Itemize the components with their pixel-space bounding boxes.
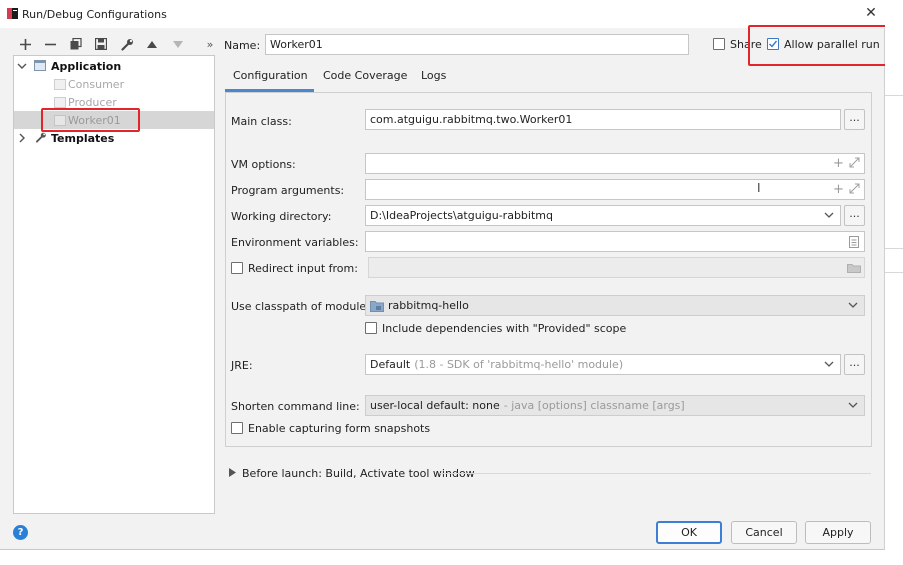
ok-button[interactable]: OK (656, 521, 722, 544)
run-debug-dialog: Run/Debug Configurations ✕ » Name: Worke… (0, 0, 887, 550)
environment-variables-input[interactable] (365, 231, 865, 252)
working-directory-label: Working directory: (231, 210, 332, 223)
intellij-app-icon (7, 8, 18, 19)
vm-options-label: VM options: (231, 158, 296, 171)
tree-node-consumer[interactable]: Consumer (14, 75, 214, 93)
chevron-down-icon[interactable] (824, 359, 834, 369)
capture-snapshots-label: Enable capturing form snapshots (248, 422, 431, 435)
copy-icon[interactable] (67, 36, 85, 52)
highlight-box-worker01 (41, 108, 140, 132)
expand-chevron-icon[interactable]: » (201, 36, 219, 52)
remove-icon[interactable] (41, 36, 59, 52)
cancel-button[interactable]: Cancel (731, 521, 797, 544)
add-icon[interactable] (16, 36, 34, 52)
collapsed-arrow-icon[interactable] (17, 133, 27, 143)
class-config-icon (54, 79, 66, 90)
edge-line (885, 272, 903, 273)
module-folder-icon (370, 300, 384, 312)
tree-label-consumer: Consumer (68, 77, 125, 91)
program-arguments-add-icon[interactable]: + (833, 182, 844, 197)
before-launch-expand-icon[interactable] (229, 468, 236, 477)
program-arguments-input[interactable] (365, 179, 865, 200)
chevron-down-icon[interactable] (848, 400, 858, 410)
window-title: Run/Debug Configurations (22, 8, 167, 21)
shorten-command-combo[interactable]: user-local default: none - java [options… (365, 395, 865, 416)
redirect-input-checkbox[interactable] (231, 262, 243, 274)
main-class-browse-button[interactable]: ... (844, 109, 865, 130)
apply-button[interactable]: Apply (805, 521, 871, 544)
help-icon[interactable]: ? (13, 525, 28, 540)
vm-options-input[interactable] (365, 153, 865, 174)
highlight-box-parallel (748, 25, 887, 66)
chevron-down-icon[interactable] (848, 300, 858, 310)
redirect-input-field (368, 257, 865, 278)
close-icon[interactable]: ✕ (864, 6, 878, 20)
application-icon (34, 60, 46, 71)
chevron-down-icon[interactable] (824, 210, 834, 220)
jre-value: Default (370, 358, 411, 371)
jre-label: JRE: (231, 359, 253, 372)
class-config-icon (54, 97, 66, 108)
main-class-label: Main class: (231, 115, 292, 128)
title-bar: Run/Debug Configurations ✕ (0, 0, 885, 28)
move-down-icon[interactable] (169, 36, 187, 52)
jre-hint: (1.8 - SDK of 'rabbitmq-hello' module) (414, 358, 624, 371)
tab-code-coverage[interactable]: Code Coverage (323, 69, 407, 82)
tree-label-producer: Producer (68, 95, 117, 109)
edge-line (885, 95, 903, 96)
include-dependencies-checkbox[interactable] (365, 322, 377, 334)
vm-options-expand-icon[interactable] (849, 157, 860, 168)
working-directory-combo[interactable]: D:\IdeaProjects\atguigu-rabbitmq (365, 205, 841, 226)
tree-label-templates: Templates (51, 131, 115, 145)
edge-line (885, 248, 903, 249)
jre-browse-button[interactable]: ... (844, 354, 865, 375)
tree-node-application[interactable]: Application (14, 57, 214, 75)
classpath-module-value: rabbitmq-hello (388, 299, 469, 312)
tree-label-application: Application (51, 59, 122, 73)
move-up-icon[interactable] (143, 36, 161, 52)
shorten-command-value: user-local default: none (370, 399, 500, 412)
folder-icon (847, 264, 861, 273)
save-icon[interactable] (92, 36, 110, 52)
environment-variables-label: Environment variables: (231, 236, 359, 249)
name-input[interactable]: Worker01 (265, 34, 689, 55)
classpath-module-label: Use classpath of module: (231, 300, 370, 313)
expand-arrow-icon[interactable] (17, 61, 27, 71)
environment-variables-edit-icon[interactable] (849, 236, 859, 248)
classpath-module-combo[interactable]: rabbitmq-hello (365, 295, 865, 316)
wrench-icon (35, 132, 46, 143)
shorten-command-hint: - java [options] classname [args] (503, 399, 685, 412)
program-arguments-expand-icon[interactable] (849, 183, 860, 194)
shorten-command-label: Shorten command line: (231, 400, 360, 413)
vm-options-add-icon[interactable]: + (833, 156, 844, 171)
working-directory-browse-button[interactable]: ... (844, 205, 865, 226)
main-class-input[interactable]: com.atguigu.rabbitmq.two.Worker01 (365, 109, 841, 130)
include-dependencies-label: Include dependencies with "Provided" sco… (382, 322, 627, 335)
redirect-input-label: Redirect input from: (248, 262, 358, 275)
text-cursor-icon: I (757, 181, 761, 195)
tab-logs[interactable]: Logs (421, 69, 446, 82)
before-launch-separator (440, 473, 871, 474)
background-window-edge (885, 0, 903, 565)
jre-combo[interactable]: Default (1.8 - SDK of 'rabbitmq-hello' m… (365, 354, 841, 375)
program-arguments-label: Program arguments: (231, 184, 345, 197)
tab-configuration[interactable]: Configuration (233, 69, 308, 82)
name-label: Name: (224, 39, 261, 52)
wrench-icon[interactable] (118, 36, 136, 52)
share-checkbox[interactable] (713, 38, 725, 50)
working-directory-value: D:\IdeaProjects\atguigu-rabbitmq (370, 209, 553, 222)
capture-snapshots-checkbox[interactable] (231, 422, 243, 434)
